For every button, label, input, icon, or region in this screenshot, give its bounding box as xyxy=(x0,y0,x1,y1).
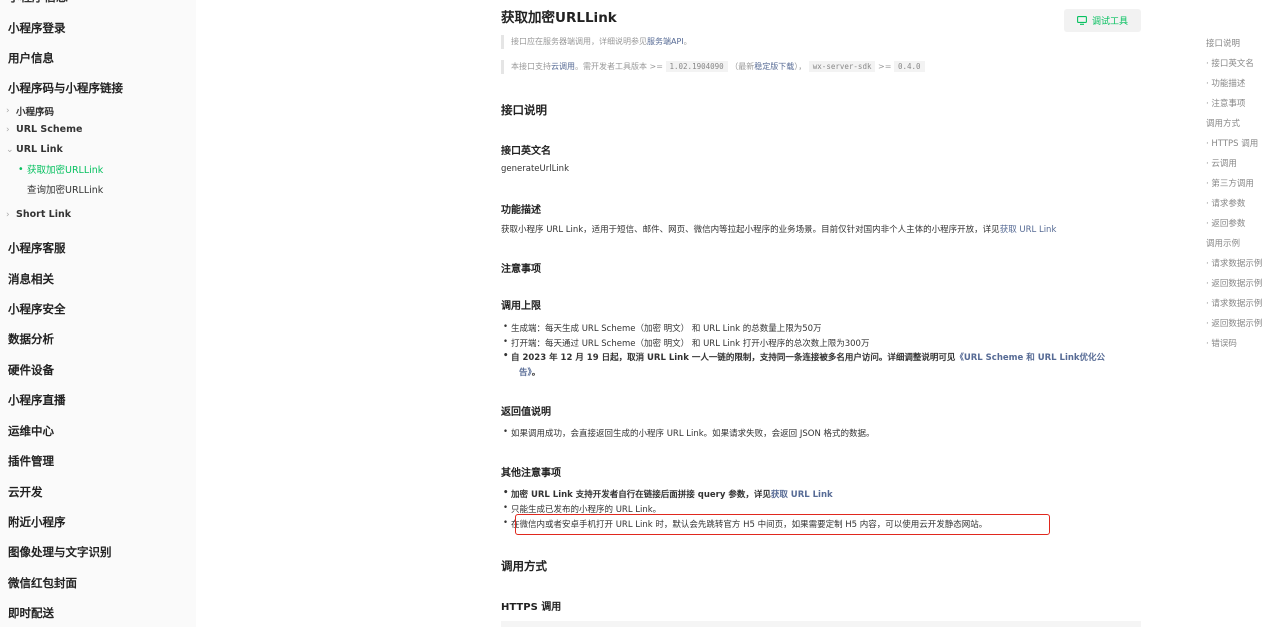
get-url-link-link[interactable]: 获取 URL Link xyxy=(1000,225,1057,235)
toc-item[interactable]: · 返回数据示例 xyxy=(1206,317,1262,329)
chevron-right-icon: › xyxy=(6,209,10,220)
list-item: 打开端：每天通过 URL Scheme（加密 明文） 和 URL Link 打开… xyxy=(503,337,869,349)
toc-item[interactable]: · 返回参数 xyxy=(1206,217,1245,229)
chevron-right-icon: › xyxy=(6,124,10,135)
toc-item[interactable]: · 功能描述 xyxy=(1206,77,1245,89)
sidebar-item-nearby[interactable]: 附近小程序 xyxy=(8,514,66,530)
sidebar-item-label: 小程序码 xyxy=(16,107,55,118)
sidebar-item-login[interactable]: 小程序登录 xyxy=(8,20,66,36)
active-dot-icon: • xyxy=(18,163,24,175)
sidebar-item-customer-service[interactable]: 小程序客服 xyxy=(8,240,66,256)
sidebar-item-cloud[interactable]: 云开发 xyxy=(8,484,43,500)
sidebar-item-security[interactable]: 小程序安全 xyxy=(8,301,66,317)
sidebar-item-label: Short Link xyxy=(16,209,72,220)
sdk-version-code: 0.4.0 xyxy=(893,61,925,72)
list-item: 生成端：每天生成 URL Scheme（加密 明文） 和 URL Link 的总… xyxy=(503,322,822,334)
sidebar-item-url-link[interactable]: ⌄ URL Link xyxy=(6,144,63,155)
section-notes: 注意事项 xyxy=(501,264,541,275)
toc-item[interactable]: · 请求参数 xyxy=(1206,197,1245,209)
list-item: 自 2023 年 12 月 19 日起，取消 URL Link 一人一链的限制，… xyxy=(503,351,1105,363)
cloud-note: 本接口支持云调用。需开发者工具版本 >= 1.02.1904090 （最新稳定版… xyxy=(501,60,925,74)
toc-item[interactable]: · 第三方调用 xyxy=(1206,177,1254,189)
section-call-method: 调用方式 xyxy=(501,559,547,573)
sdk-code: wx-server-sdk xyxy=(808,61,876,72)
api-name-value: generateUrlLink xyxy=(501,164,569,174)
feature-text: 获取小程序 URL Link，适用于短信、邮件、网页、微信内等拉起小程序的业务场… xyxy=(501,225,1057,235)
sidebar-item-ops[interactable]: 运维中心 xyxy=(8,423,54,439)
toc-item[interactable]: · 注意事项 xyxy=(1206,97,1245,109)
server-api-link[interactable]: 服务端API xyxy=(647,37,684,46)
sidebar-item-generate-urllink[interactable]: • 获取加密URLLink xyxy=(18,162,104,177)
page-title: 获取加密URLLink xyxy=(501,10,617,26)
chevron-down-icon: ⌄ xyxy=(6,144,14,155)
toc-item[interactable]: · 错误码 xyxy=(1206,337,1237,349)
sidebar-item-hardware[interactable]: 硬件设备 xyxy=(8,362,54,378)
toc-item[interactable]: · 请求数据示例 xyxy=(1206,297,1262,309)
sidebar-item-short-link[interactable]: › Short Link xyxy=(6,209,71,220)
section-limit: 调用上限 xyxy=(501,301,541,312)
sidebar-item-plugins[interactable]: 插件管理 xyxy=(8,453,54,469)
section-other-notes: 其他注意事项 xyxy=(501,468,561,479)
sidebar-item-url-scheme[interactable]: › URL Scheme xyxy=(6,124,82,135)
code-block xyxy=(501,621,1141,627)
sidebar-nav: 小程序信息 小程序登录 用户信息 小程序码与小程序链接 › 小程序码 › URL… xyxy=(0,0,196,627)
stable-download-link[interactable]: 稳定版下载 xyxy=(754,62,794,71)
toc-item[interactable]: · HTTPS 调用 xyxy=(1206,137,1258,149)
sidebar-item-image-ocr[interactable]: 图像处理与文字识别 xyxy=(8,544,112,560)
sidebar-item-label: 获取加密URLLink xyxy=(27,165,104,176)
list-item-continued: 告》。 xyxy=(519,368,541,378)
toc-item[interactable]: · 云调用 xyxy=(1206,157,1237,169)
sidebar-item-analytics[interactable]: 数据分析 xyxy=(8,331,54,347)
sidebar-item-qrcode-link[interactable]: 小程序码与小程序链接 xyxy=(8,80,123,96)
sidebar-item-delivery[interactable]: 即时配送 xyxy=(8,605,54,621)
toc-item[interactable]: 接口说明 xyxy=(1206,37,1240,49)
sidebar-item-userinfo[interactable]: 用户信息 xyxy=(8,50,54,66)
sidebar-item-label: 查询加密URLLink xyxy=(27,185,104,196)
version-code: 1.02.1904090 xyxy=(665,61,728,72)
section-return: 返回值说明 xyxy=(501,407,551,418)
debug-tool-label: 调试工具 xyxy=(1091,17,1128,27)
sidebar-item-label: URL Scheme xyxy=(16,124,83,135)
server-note: 接口应在服务器端调用，详细说明参见服务端API。 xyxy=(501,35,692,49)
section-api-desc: 接口说明 xyxy=(501,103,547,117)
get-url-link-link-2[interactable]: 获取 URL Link xyxy=(771,490,833,500)
sidebar-item-label: URL Link xyxy=(16,144,63,155)
optimization-notice-link-cont[interactable]: 告》 xyxy=(519,368,532,378)
list-item: 加密 URL Link 支持开发者自行在链接后面拼接 query 参数，详见获取… xyxy=(503,488,833,500)
sidebar-item-qrcode[interactable]: › 小程序码 xyxy=(6,104,54,118)
sidebar-item-partial[interactable]: 小程序信息 xyxy=(0,0,196,8)
section-feature: 功能描述 xyxy=(501,205,541,216)
section-https: HTTPS 调用 xyxy=(501,602,562,613)
sidebar-item-messages[interactable]: 消息相关 xyxy=(8,271,54,287)
toc-item[interactable]: · 请求数据示例 xyxy=(1206,257,1262,269)
sidebar-item-live[interactable]: 小程序直播 xyxy=(8,392,66,408)
chevron-right-icon: › xyxy=(6,106,10,116)
toc-item[interactable]: 调用示例 xyxy=(1206,237,1240,249)
toc-item[interactable]: 调用方式 xyxy=(1206,117,1240,129)
sidebar-item-redpacket[interactable]: 微信红包封面 xyxy=(8,575,77,591)
optimization-notice-link[interactable]: 《URL Scheme 和 URL Link优化公 xyxy=(955,353,1105,363)
monitor-icon xyxy=(1077,16,1087,25)
debug-tool-button[interactable]: 调试工具 xyxy=(1064,9,1141,32)
cloud-call-link[interactable]: 云调用 xyxy=(551,62,575,71)
toc-item[interactable]: · 接口英文名 xyxy=(1206,57,1254,69)
sidebar-item-query-urllink[interactable]: 查询加密URLLink xyxy=(18,182,103,196)
list-item: 如果调用成功，会直接返回生成的小程序 URL Link。如果请求失败，会返回 J… xyxy=(503,427,875,439)
toc-item[interactable]: · 返回数据示例 xyxy=(1206,277,1262,289)
highlight-annotation-box xyxy=(515,514,1050,535)
section-api-name: 接口英文名 xyxy=(501,146,551,157)
